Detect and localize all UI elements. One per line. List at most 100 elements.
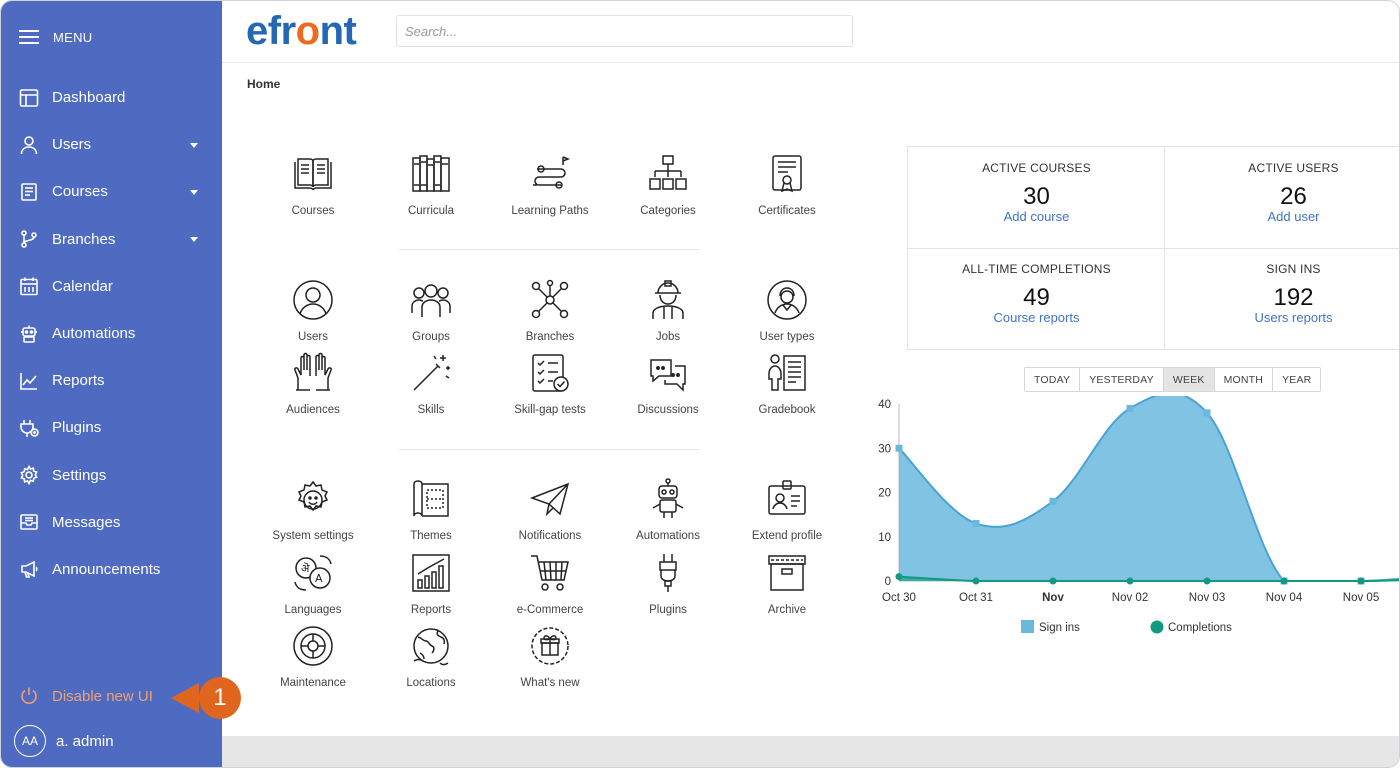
chevron-down-icon[interactable] [190,142,198,148]
tile-gradebook[interactable]: Gradebook [732,352,842,416]
sidebar-item-automations[interactable]: Automations [1,310,222,357]
range-yesterday-button[interactable]: YESTERDAY [1080,368,1164,391]
chevron-down-icon[interactable] [190,237,198,243]
search-input[interactable] [396,15,853,47]
completions-point [1280,577,1288,585]
tile-label: Users [297,331,329,343]
y-tick-label: 10 [878,532,891,544]
tile-label: Languages [284,604,342,616]
time-range-selector: TODAY YESTERDAY WEEK MONTH YEAR [1024,367,1322,392]
tile-label: Discussions [637,404,699,416]
x-tick-label: Nov 02 [1112,592,1148,604]
raised-hands-icon [294,352,332,391]
sidebar-item-settings[interactable]: Settings [1,452,222,499]
sidebar-item-label: Courses [52,183,108,201]
completions-point [1049,577,1057,585]
sidebar-item-dashboard[interactable]: Dashboard [1,74,222,121]
tile-curricula[interactable]: Curricula [376,153,486,217]
tile-certificates[interactable]: Certificates [732,153,842,217]
sidebar-item-calendar[interactable]: Calendar [1,263,222,310]
range-today-button[interactable]: TODAY [1025,368,1081,391]
maintenance-icon [293,626,333,666]
tile-label: Themes [410,530,452,542]
tile-skill-gap-tests[interactable]: Skill-gap tests [495,352,605,416]
sidebar-item-branches[interactable]: Branches [1,216,222,263]
sidebar-item-label: Calendar [52,277,113,295]
add-user-link[interactable]: Add user [1267,209,1319,224]
tile-groups[interactable]: Groups [376,279,486,343]
sidebar-item-courses[interactable]: Courses [1,168,222,215]
signins-point [1049,497,1057,505]
sidebar-item-label: Announcements [52,560,161,578]
tile-archive[interactable]: Archive [732,552,842,616]
tile-discussions[interactable]: Discussions [613,352,723,416]
sidebar-item-users[interactable]: Users [1,121,222,168]
tile-skills[interactable]: Skills [376,352,486,416]
tile-learning-paths[interactable]: Learning Paths [495,153,605,217]
sidebar-item-announcements[interactable]: Announcements [1,546,222,593]
y-tick-label: 20 [878,488,891,500]
sidebar-item-plugins[interactable]: Plugins [1,404,222,451]
tile-languages[interactable]: ऄA Languages [258,552,368,616]
range-year-button[interactable]: YEAR [1273,368,1320,391]
tile-label: What's new [520,677,580,689]
path-icon [533,156,571,189]
tile-automations[interactable]: Automations [613,478,723,542]
tile-maintenance[interactable]: Maintenance [258,625,368,689]
add-course-link[interactable]: Add course [1004,209,1070,224]
tile-label: Plugins [649,604,687,616]
tile-categories[interactable]: Categories [613,153,723,217]
legend-signins-swatch [1021,620,1034,633]
tile-whats-new[interactable]: What's new [495,625,605,689]
sidebar-item-messages[interactable]: Messages [1,499,222,546]
user-circle-icon [293,280,333,320]
chevron-down-icon[interactable] [190,189,198,195]
tile-extend-profile[interactable]: Extend profile [732,478,842,542]
tile-label: Notifications [518,530,582,542]
stat-value: 30 [1023,183,1050,210]
logo-o: o [295,9,320,53]
stats-panel: ACTIVE COURSES 30 Add course ACTIVE USER… [907,146,1399,350]
range-month-button[interactable]: MONTH [1215,368,1274,391]
tile-label: Reports [410,604,452,616]
gear-icon [19,465,39,486]
tile-courses[interactable]: Courses [258,153,368,217]
tile-system-settings[interactable]: System settings [258,478,368,542]
tile-users[interactable]: Users [258,279,368,343]
disable-new-ui-button[interactable]: Disable new UI [19,686,153,706]
course-reports-link[interactable]: Course reports [994,310,1080,325]
y-tick-label: 0 [885,576,891,588]
tile-reports[interactable]: Reports [376,552,486,616]
tile-label: Skill-gap tests [514,404,586,416]
tile-user-types[interactable]: User types [732,279,842,343]
tile-e-commerce[interactable]: e-Commerce [495,552,605,616]
user-profile-button[interactable]: AA a. admin [14,725,114,757]
tile-locations[interactable]: Locations [376,625,486,689]
sidebar-item-label: Branches [52,230,116,248]
user-name: a. admin [56,732,114,750]
tile-plugins[interactable]: Plugins [613,552,723,616]
tile-audiences[interactable]: Audiences [258,352,368,416]
sidebar-nav: Dashboard Users Courses Branches Calenda… [1,74,222,593]
tile-label: Skills [417,404,445,416]
tile-label: Locations [406,677,456,689]
users-reports-link[interactable]: Users reports [1254,310,1332,325]
y-tick-label: 30 [878,443,891,455]
x-tick-label: Nov 05 [1343,592,1379,604]
tile-notifications[interactable]: Notifications [495,478,605,542]
tile-jobs[interactable]: Jobs [613,279,723,343]
tile-label: Gradebook [758,404,816,416]
efront-logo[interactable]: efront [246,9,357,54]
tile-label: Branches [525,331,575,343]
x-tick-label: Oct 31 [959,592,993,604]
breadcrumb[interactable]: Home [247,77,280,91]
sidebar-item-reports[interactable]: Reports [1,357,222,404]
tile-label: Archive [767,604,807,616]
stat-value: 192 [1273,284,1314,311]
menu-toggle[interactable]: MENU [19,29,92,45]
sidebar-item-label: Plugins [52,419,102,437]
range-week-button[interactable]: WEEK [1163,368,1215,391]
tile-label: Extend profile [751,530,823,542]
tile-branches[interactable]: Branches [495,279,605,343]
tile-themes[interactable]: Themes [376,478,486,542]
